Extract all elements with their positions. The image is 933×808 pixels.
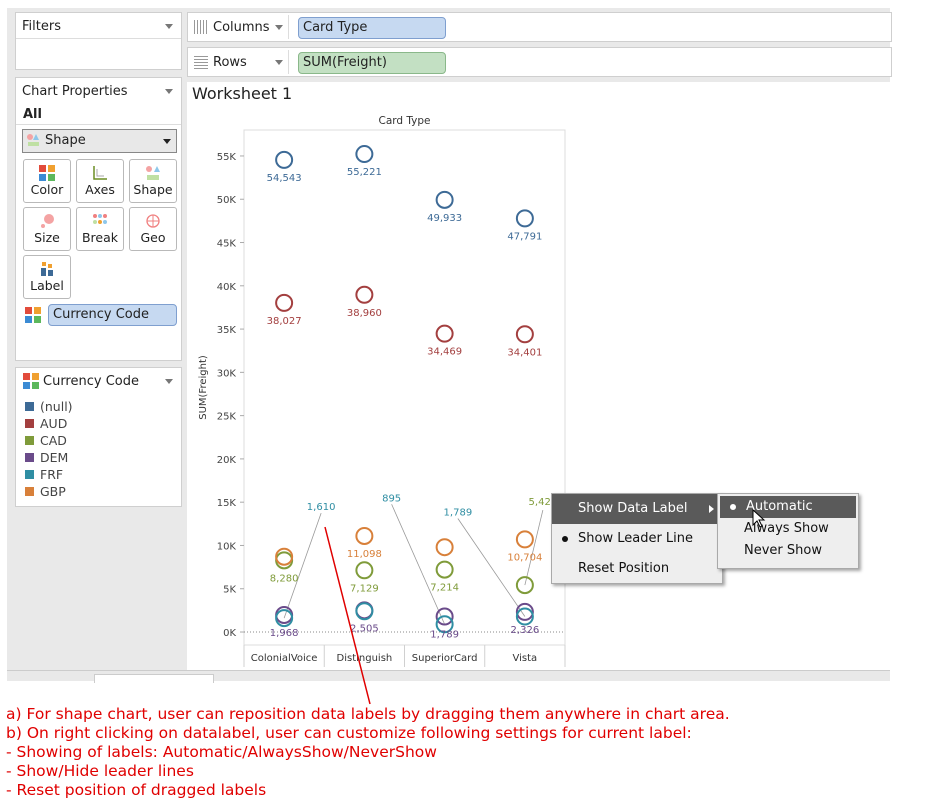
annotation-line: - Showing of labels: Automatic/AlwaysSho…	[6, 743, 437, 761]
annotation-pointer	[324, 526, 371, 705]
annotation-line: b) On right clicking on datalabel, user …	[6, 724, 692, 742]
annotation-text: a) For shape chart, user can reposition …	[6, 705, 931, 800]
annotation-line: - Reset position of dragged labels	[6, 781, 267, 799]
annotation-line: - Show/Hide leader lines	[6, 762, 194, 780]
annotation-line: a) For shape chart, user can reposition …	[6, 705, 730, 723]
